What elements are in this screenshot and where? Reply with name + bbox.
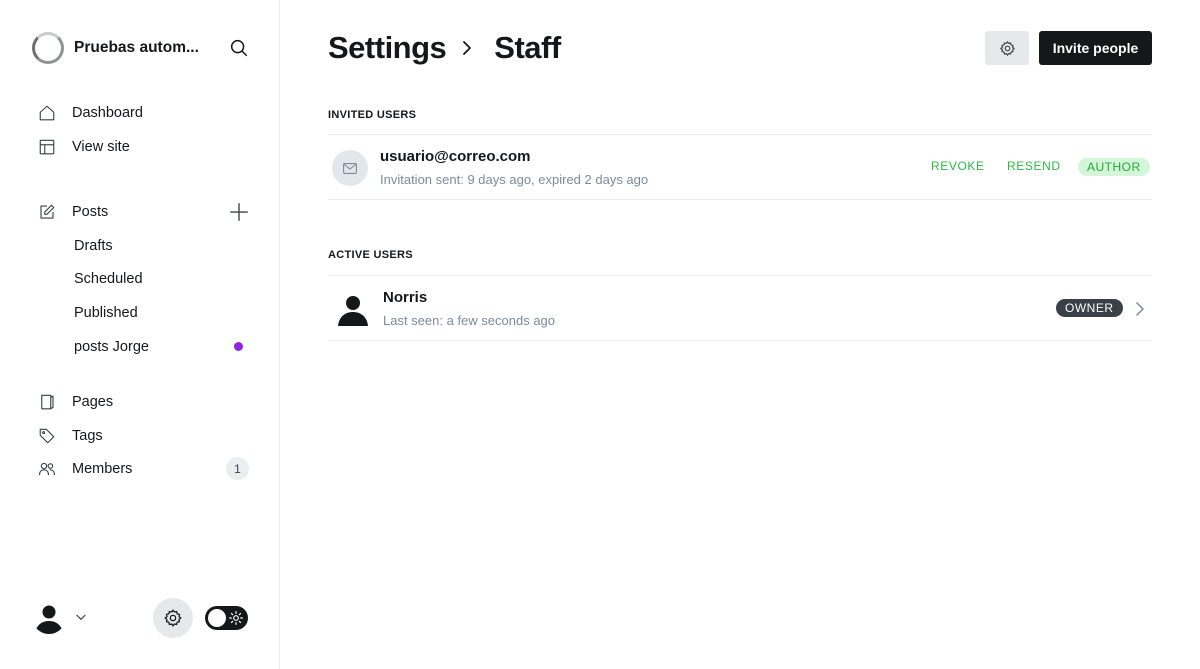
members-icon xyxy=(38,460,56,478)
chevron-down-icon[interactable] xyxy=(74,610,88,624)
sidebar-item-posts[interactable]: Posts xyxy=(32,198,250,226)
user-avatar[interactable] xyxy=(32,600,66,634)
home-icon xyxy=(38,104,56,122)
members-count-badge: 1 xyxy=(226,457,249,480)
dark-mode-toggle[interactable] xyxy=(205,606,248,630)
toggle-knob xyxy=(208,609,226,627)
edit-icon xyxy=(38,203,56,221)
page-title: Staff xyxy=(494,30,561,65)
role-badge-owner: OWNER xyxy=(1056,299,1123,317)
user-avatar xyxy=(338,296,368,326)
sidebar-item-tags[interactable]: Tags xyxy=(32,422,250,450)
sidebar-item-label: Pages xyxy=(72,394,114,410)
site-logo-icon[interactable] xyxy=(32,32,64,64)
settings-gear-button[interactable] xyxy=(153,598,193,638)
sidebar-item-pages[interactable]: Pages xyxy=(32,388,250,416)
active-user-name: Norris xyxy=(383,289,428,306)
site-title[interactable]: Pruebas autom... xyxy=(74,39,214,57)
staff-settings-button[interactable] xyxy=(985,31,1029,65)
invited-user-email: usuario@correo.com xyxy=(380,148,531,165)
sun-icon xyxy=(229,611,243,625)
sidebar-item-label: Tags xyxy=(72,428,103,444)
gear-icon xyxy=(164,609,182,627)
invited-user-row: usuario@correo.com Invitation sent: 9 da… xyxy=(328,134,1152,200)
sidebar: Pruebas autom... Dashboard View site Pos… xyxy=(0,0,280,669)
sidebar-item-label: Posts xyxy=(72,204,109,220)
sidebar-sub-drafts[interactable]: Drafts xyxy=(74,233,113,259)
mail-icon xyxy=(332,150,368,186)
sidebar-sub-posts-jorge[interactable]: posts Jorge xyxy=(74,334,149,360)
filter-color-dot xyxy=(234,342,243,351)
sidebar-item-label: Dashboard xyxy=(72,105,143,121)
active-user-row[interactable]: Norris Last seen: a few seconds ago OWNE… xyxy=(328,275,1152,341)
search-icon[interactable] xyxy=(228,37,250,59)
invitation-status: Invitation sent: 9 days ago, expired 2 d… xyxy=(380,172,649,187)
invite-people-button[interactable]: Invite people xyxy=(1039,31,1152,65)
chevron-right-icon[interactable] xyxy=(1134,300,1146,318)
breadcrumb-settings-link[interactable]: Settings xyxy=(328,30,447,66)
last-seen-text: Last seen: a few seconds ago xyxy=(383,313,556,328)
role-badge-author: AUTHOR xyxy=(1078,158,1150,176)
breadcrumb: Settings Staff xyxy=(328,28,561,68)
active-users-heading: ACTIVE USERS xyxy=(328,249,413,261)
gear-icon xyxy=(999,40,1015,56)
site-header: Pruebas autom... xyxy=(32,32,250,64)
main-content: Settings Staff Invite people INVITED USE… xyxy=(280,0,1200,669)
revoke-button[interactable]: REVOKE xyxy=(931,159,985,173)
sidebar-sub-scheduled[interactable]: Scheduled xyxy=(74,266,143,292)
resend-button[interactable]: RESEND xyxy=(1007,159,1061,173)
sidebar-item-view-site[interactable]: View site xyxy=(32,133,250,161)
sidebar-footer xyxy=(32,598,250,638)
sidebar-item-label: Members xyxy=(72,461,133,477)
sidebar-item-label: View site xyxy=(72,139,130,155)
sidebar-item-members[interactable]: Members xyxy=(32,455,250,483)
layout-icon xyxy=(38,138,56,156)
new-post-plus-icon[interactable] xyxy=(228,201,250,223)
page-icon xyxy=(38,393,56,411)
tag-icon xyxy=(38,427,56,445)
chevron-right-icon xyxy=(463,41,472,55)
sidebar-item-dashboard[interactable]: Dashboard xyxy=(32,99,250,127)
sidebar-sub-published[interactable]: Published xyxy=(74,300,138,326)
invited-users-heading: INVITED USERS xyxy=(328,109,417,121)
